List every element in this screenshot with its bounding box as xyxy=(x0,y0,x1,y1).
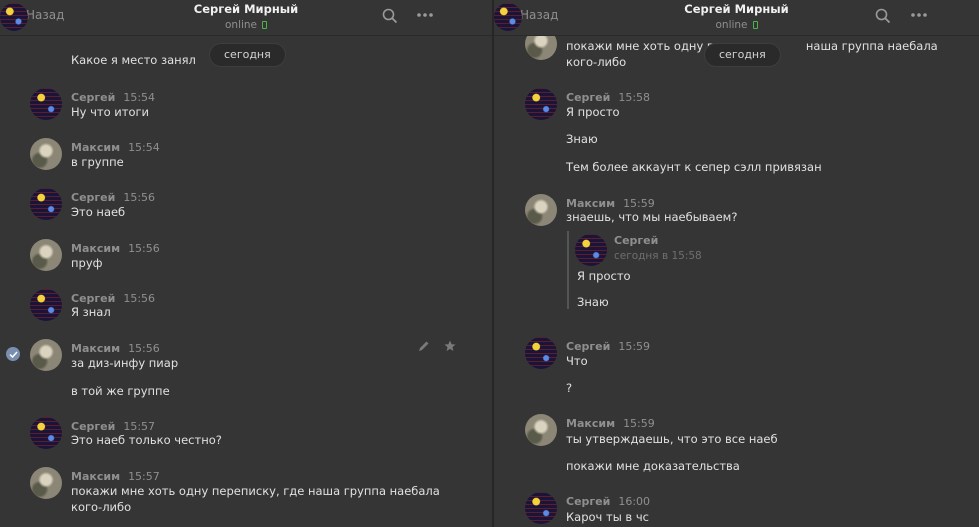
message-text: Тем более аккаунт к сепер сэлл привязан xyxy=(566,160,822,174)
avatar[interactable] xyxy=(525,88,557,120)
message-actions xyxy=(418,340,456,352)
message-text: ты утверждаешь, что это все наеб xyxy=(566,432,778,446)
message-text: Я знал xyxy=(71,305,111,319)
message-author[interactable]: Сергей 15:54 xyxy=(71,91,155,104)
message-time: 16:00 xyxy=(618,495,651,508)
contact-avatar[interactable] xyxy=(0,3,28,31)
forwarded-bar xyxy=(567,231,569,309)
mobile-phone-icon xyxy=(752,21,758,29)
search-icon[interactable] xyxy=(875,8,891,24)
message-time: 15:59 xyxy=(623,197,655,210)
message-text: кого-либо xyxy=(71,500,132,514)
message-author[interactable]: Сергей 16:00 xyxy=(566,495,650,508)
avatar[interactable] xyxy=(525,337,557,369)
message-author[interactable]: Максим 15:56 xyxy=(71,242,160,255)
message-author[interactable]: Максим 15:56 xyxy=(71,342,160,355)
message-text: Это наеб xyxy=(71,205,126,219)
message-text: в той же группе xyxy=(71,384,170,398)
message-time: 15:58 xyxy=(618,91,651,104)
message-author[interactable]: Максим 15:59 xyxy=(566,417,655,430)
message-author[interactable]: Максим 15:54 xyxy=(71,141,160,154)
avatar[interactable] xyxy=(30,88,62,120)
message-text: ? xyxy=(566,381,573,395)
message-text: Я просто xyxy=(566,105,620,119)
message-time: 15:56 xyxy=(128,242,160,255)
message-author[interactable]: Сергей 15:59 xyxy=(566,340,650,353)
status-text: online xyxy=(224,19,258,31)
message-time: 15:54 xyxy=(123,91,156,104)
message-time: 15:59 xyxy=(618,340,651,353)
message-time: 15:57 xyxy=(123,420,156,433)
contact-name: Сергей Мирный xyxy=(684,2,789,16)
message-text: знаешь, что мы наебываем? xyxy=(566,210,738,224)
check-icon[interactable] xyxy=(6,347,20,361)
pencil-icon[interactable] xyxy=(418,340,430,352)
more-horizontal-icon[interactable] xyxy=(910,12,928,18)
mobile-phone-icon xyxy=(262,21,268,29)
message-time: 15:56 xyxy=(128,342,160,355)
message-time: 15:57 xyxy=(128,470,160,483)
message-text: покажи мне хоть одну переписку, где наша… xyxy=(71,484,440,498)
message-text: Кароч ты в чс xyxy=(566,510,649,524)
forwarded-text: Я просто xyxy=(577,269,631,283)
avatar[interactable] xyxy=(525,492,557,524)
forwarded-avatar[interactable] xyxy=(575,234,607,266)
star-icon[interactable] xyxy=(444,340,456,352)
date-separator: сегодня xyxy=(209,43,286,67)
chat-pane-left: Назад Сергей Мирный online сегодня Какое… xyxy=(0,0,492,527)
avatar[interactable] xyxy=(30,339,62,371)
avatar[interactable] xyxy=(30,188,62,220)
message-text: Это наеб только честно? xyxy=(71,433,222,447)
avatar[interactable] xyxy=(525,194,557,226)
message-text: в группе xyxy=(71,155,124,169)
avatar[interactable] xyxy=(30,289,62,321)
message-time: 15:56 xyxy=(123,191,156,204)
chat-header: Назад Сергей Мирный online xyxy=(494,0,979,36)
contact-status: online xyxy=(0,19,492,31)
contact-avatar[interactable] xyxy=(494,3,522,31)
message-author[interactable]: Сергей 15:58 xyxy=(566,91,650,104)
message-author[interactable]: Максим 15:59 xyxy=(566,197,655,210)
message-text: пруф xyxy=(71,256,103,270)
message-author[interactable]: Сергей 15:57 xyxy=(71,420,155,433)
search-icon[interactable] xyxy=(382,8,398,24)
message-text: Знаю xyxy=(566,132,598,146)
message-text: Какое я место занял xyxy=(71,53,196,67)
forwarded-text: Знаю xyxy=(577,295,609,309)
status-text: online xyxy=(715,19,748,31)
message-text: Ну что итоги xyxy=(71,105,150,119)
message-text: покажи мне доказательства xyxy=(566,459,740,473)
chat-header: Назад Сергей Мирный online xyxy=(0,0,492,36)
contact-info[interactable]: Сергей Мирный online xyxy=(494,2,979,31)
avatar[interactable] xyxy=(30,138,62,170)
avatar[interactable] xyxy=(30,239,62,271)
message-author[interactable]: Сергей 15:56 xyxy=(71,191,155,204)
message-author[interactable]: Сергей 15:56 xyxy=(71,292,155,305)
date-separator: сегодня xyxy=(704,43,781,67)
more-horizontal-icon[interactable] xyxy=(416,12,434,18)
forwarded-author[interactable]: Сергей xyxy=(614,234,658,247)
avatar[interactable] xyxy=(525,414,557,446)
message-text: Что xyxy=(566,354,588,368)
message-time: 15:59 xyxy=(623,417,655,430)
forwarded-time: сегодня в 15:58 xyxy=(614,250,702,262)
message-time: 15:54 xyxy=(128,141,160,154)
message-author[interactable]: Максим 15:57 xyxy=(71,470,160,483)
message-text: кого-либо xyxy=(566,55,627,69)
message-time: 15:56 xyxy=(123,292,156,305)
contact-status: online xyxy=(494,19,979,31)
avatar[interactable] xyxy=(30,417,62,449)
avatar[interactable] xyxy=(30,467,62,499)
chat-pane-right: Назад Сергей Мирный online покажи мне хо… xyxy=(494,0,979,527)
message-text: за диз-инфу пиар xyxy=(71,356,179,370)
